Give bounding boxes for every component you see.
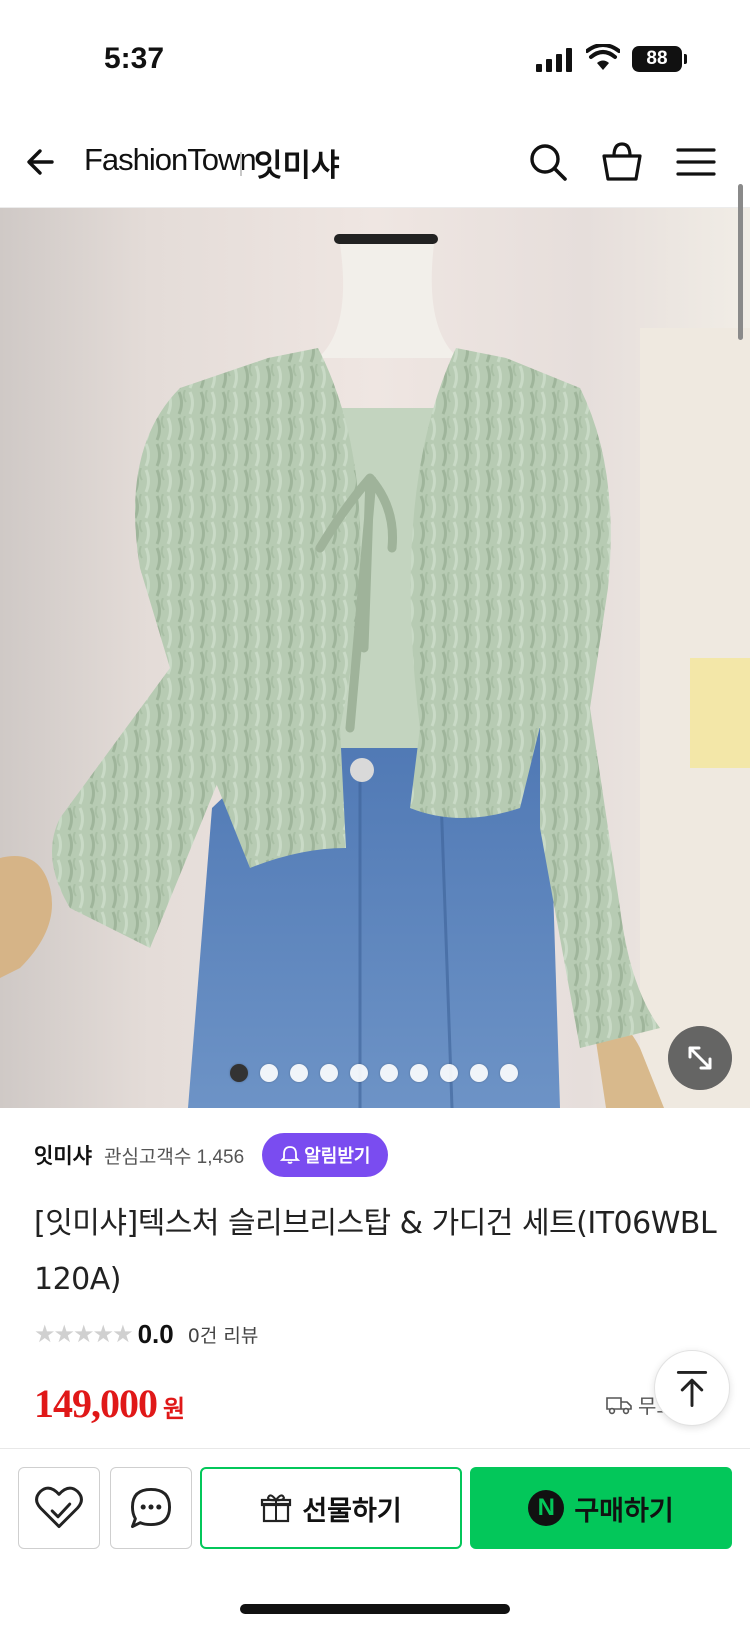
shopping-bag-icon[interactable]	[598, 138, 646, 186]
review-count-link[interactable]: 0건 리뷰	[188, 1321, 259, 1348]
truck-icon	[606, 1396, 632, 1414]
pagination-dot[interactable]	[470, 1064, 488, 1082]
bell-plus-icon	[280, 1146, 301, 1164]
pagination-dot[interactable]	[500, 1064, 518, 1082]
brand-divider	[240, 152, 242, 176]
page-scrollbar[interactable]	[738, 184, 743, 340]
store-name[interactable]: 잇미샤	[254, 140, 340, 185]
price-row: 149,000 원	[34, 1380, 185, 1436]
product-title: [잇미샤]텍스처 슬리브리스탑 & 가디건 세트(IT06WBL120A)	[34, 1206, 717, 1297]
pagination-dot[interactable]	[260, 1064, 278, 1082]
pagination-dot[interactable]	[320, 1064, 338, 1082]
rating-value: 0.0	[137, 1318, 174, 1349]
pagination-dot[interactable]	[230, 1064, 248, 1082]
search-icon[interactable]	[524, 138, 572, 186]
scroll-to-top-icon[interactable]	[654, 1350, 730, 1426]
cellular-signal-icon	[536, 48, 574, 72]
notify-label: 알림받기	[304, 1146, 371, 1167]
app-header: FashionTown 잇미샤	[0, 120, 750, 208]
status-time: 5:37	[104, 42, 165, 75]
notify-button[interactable]: 알림받기	[262, 1133, 389, 1177]
buy-button[interactable]: N 구매하기	[470, 1467, 732, 1549]
product-photo-illustration	[0, 234, 750, 1108]
home-indicator[interactable]	[240, 1604, 510, 1614]
rating-row: ★★★★★ 0.0 0건 리뷰	[34, 1314, 258, 1354]
follower-count: 관심고객수 1,456	[103, 1146, 245, 1168]
seller-name[interactable]: 잇미샤	[34, 1140, 92, 1170]
expand-image-icon[interactable]	[668, 1026, 732, 1090]
wishlist-heart-icon[interactable]	[18, 1467, 100, 1549]
battery-icon: 88	[632, 46, 687, 72]
naver-pay-icon: N	[528, 1490, 565, 1526]
gift-icon	[261, 1494, 292, 1523]
pagination-dot[interactable]	[410, 1064, 428, 1082]
product-image[interactable]	[0, 208, 750, 1108]
status-bar: 5:37 88	[0, 0, 750, 110]
price-currency: 원	[163, 1395, 186, 1423]
pagination-dot[interactable]	[350, 1064, 368, 1082]
menu-icon[interactable]	[672, 138, 720, 186]
wifi-icon	[586, 44, 620, 70]
star-rating-icon: ★★★★★	[34, 1320, 134, 1348]
bottom-action-bar: 선물하기 N 구매하기	[0, 1448, 750, 1630]
gallery-pagination	[230, 1064, 518, 1084]
buy-label: 구매하기	[574, 1495, 674, 1527]
gift-button[interactable]: 선물하기	[200, 1467, 462, 1549]
brand-logo[interactable]: FashionTown	[84, 142, 257, 178]
chat-icon[interactable]	[110, 1467, 192, 1549]
seller-row: 잇미샤 관심고객수 1,456 알림받기	[34, 1132, 389, 1178]
pagination-dot[interactable]	[380, 1064, 398, 1082]
pagination-dot[interactable]	[440, 1064, 458, 1082]
back-arrow-icon[interactable]	[22, 140, 66, 184]
pagination-dot[interactable]	[290, 1064, 308, 1082]
product-price: 149,000	[34, 1381, 158, 1426]
gift-label: 선물하기	[302, 1495, 402, 1527]
